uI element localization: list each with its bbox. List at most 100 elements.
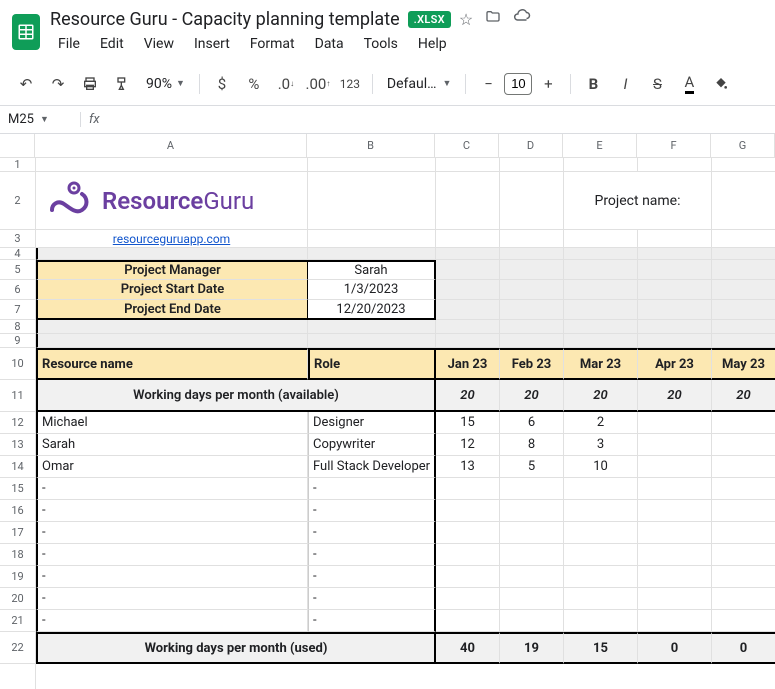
row-header-10[interactable]: 10 <box>0 348 35 380</box>
cell[interactable] <box>564 248 638 260</box>
row-header-2[interactable]: 2 <box>0 172 35 230</box>
available-val[interactable]: 20 <box>500 380 564 412</box>
menu-data[interactable]: Data <box>307 32 352 56</box>
used-val[interactable]: 15 <box>564 632 638 664</box>
cell[interactable] <box>308 334 436 348</box>
cell[interactable] <box>500 320 564 334</box>
used-val[interactable]: 0 <box>712 632 775 664</box>
menu-tools[interactable]: Tools <box>356 32 406 56</box>
person-role[interactable]: Designer <box>308 412 436 434</box>
used-val[interactable]: 0 <box>638 632 712 664</box>
cell[interactable] <box>36 248 308 260</box>
person-val[interactable] <box>638 456 712 478</box>
row-header-22[interactable]: 22 <box>0 632 35 664</box>
col-header-e[interactable]: E <box>563 134 637 157</box>
fill-color-button[interactable] <box>707 70 735 98</box>
row-header-11[interactable]: 11 <box>0 380 35 412</box>
person-val[interactable]: 3 <box>564 434 638 456</box>
cell[interactable] <box>638 248 712 260</box>
person-val[interactable] <box>436 588 500 610</box>
cell[interactable] <box>564 300 638 320</box>
person-name[interactable]: Michael <box>36 412 308 434</box>
person-role[interactable]: - <box>308 588 436 610</box>
row-header-13[interactable]: 13 <box>0 434 35 456</box>
redo-button[interactable]: ↷ <box>44 70 72 98</box>
menu-view[interactable]: View <box>136 32 182 56</box>
cell[interactable] <box>712 280 775 300</box>
cell[interactable] <box>436 172 500 230</box>
row-header-18[interactable]: 18 <box>0 544 35 566</box>
person-val[interactable] <box>712 456 775 478</box>
row-header-16[interactable]: 16 <box>0 500 35 522</box>
person-name[interactable]: - <box>36 566 308 588</box>
person-role[interactable]: Copywriter <box>308 434 436 456</box>
cell[interactable] <box>500 280 564 300</box>
person-val[interactable] <box>564 522 638 544</box>
row-header-1[interactable]: 1 <box>0 158 35 172</box>
person-val[interactable] <box>564 478 638 500</box>
header-role[interactable]: Role <box>308 348 436 380</box>
person-val[interactable] <box>564 544 638 566</box>
row-header-14[interactable]: 14 <box>0 456 35 478</box>
header-month[interactable]: Feb 23 <box>500 348 564 380</box>
person-val[interactable] <box>638 544 712 566</box>
col-header-g[interactable]: G <box>711 134 775 157</box>
cell[interactable] <box>638 158 712 172</box>
row-header-7[interactable]: 7 <box>0 300 35 320</box>
person-val[interactable] <box>712 478 775 500</box>
person-val[interactable] <box>564 610 638 632</box>
used-val[interactable]: 40 <box>436 632 500 664</box>
row-header-12[interactable]: 12 <box>0 412 35 434</box>
meta-label[interactable]: Project Start Date <box>36 280 308 300</box>
strikethrough-button[interactable]: S <box>643 70 671 98</box>
cell[interactable] <box>638 334 712 348</box>
cell[interactable] <box>564 280 638 300</box>
row-header-19[interactable]: 19 <box>0 566 35 588</box>
person-name[interactable]: - <box>36 544 308 566</box>
col-header-f[interactable]: F <box>637 134 711 157</box>
col-header-b[interactable]: B <box>307 134 435 157</box>
cell[interactable] <box>308 248 436 260</box>
person-role[interactable]: - <box>308 566 436 588</box>
person-val[interactable]: 12 <box>436 434 500 456</box>
person-val[interactable] <box>712 412 775 434</box>
used-label[interactable]: Working days per month (used) <box>36 632 436 664</box>
row-header-15[interactable]: 15 <box>0 478 35 500</box>
cell[interactable] <box>500 260 564 280</box>
available-val[interactable]: 20 <box>638 380 712 412</box>
person-name[interactable]: - <box>36 478 308 500</box>
select-all-corner[interactable] <box>0 134 35 158</box>
person-val[interactable] <box>712 544 775 566</box>
person-role[interactable]: - <box>308 610 436 632</box>
paint-format-button[interactable] <box>108 70 136 98</box>
person-val[interactable] <box>500 610 564 632</box>
person-role[interactable]: Full Stack Developer <box>308 456 436 478</box>
person-name[interactable]: Sarah <box>36 434 308 456</box>
menu-help[interactable]: Help <box>410 32 455 56</box>
col-header-c[interactable]: C <box>435 134 499 157</box>
cell[interactable] <box>436 230 500 248</box>
cell[interactable] <box>308 158 436 172</box>
person-val[interactable] <box>638 566 712 588</box>
cell[interactable] <box>564 334 638 348</box>
cell[interactable] <box>712 260 775 280</box>
cell[interactable] <box>712 172 775 230</box>
person-val[interactable] <box>712 500 775 522</box>
cloud-status-icon[interactable] <box>513 8 531 30</box>
cell[interactable] <box>36 334 308 348</box>
person-val[interactable] <box>564 500 638 522</box>
menu-file[interactable]: File <box>50 32 88 56</box>
person-val[interactable] <box>436 610 500 632</box>
available-val[interactable]: 20 <box>712 380 775 412</box>
person-role[interactable]: - <box>308 478 436 500</box>
cell[interactable] <box>564 320 638 334</box>
person-val[interactable] <box>638 500 712 522</box>
row-header-21[interactable]: 21 <box>0 610 35 632</box>
person-role[interactable]: - <box>308 500 436 522</box>
menu-insert[interactable]: Insert <box>186 32 238 56</box>
person-val[interactable] <box>638 610 712 632</box>
row-header-5[interactable]: 5 <box>0 260 35 280</box>
person-name[interactable]: - <box>36 588 308 610</box>
meta-label[interactable]: Project End Date <box>36 300 308 320</box>
font-size-input[interactable] <box>504 73 532 95</box>
